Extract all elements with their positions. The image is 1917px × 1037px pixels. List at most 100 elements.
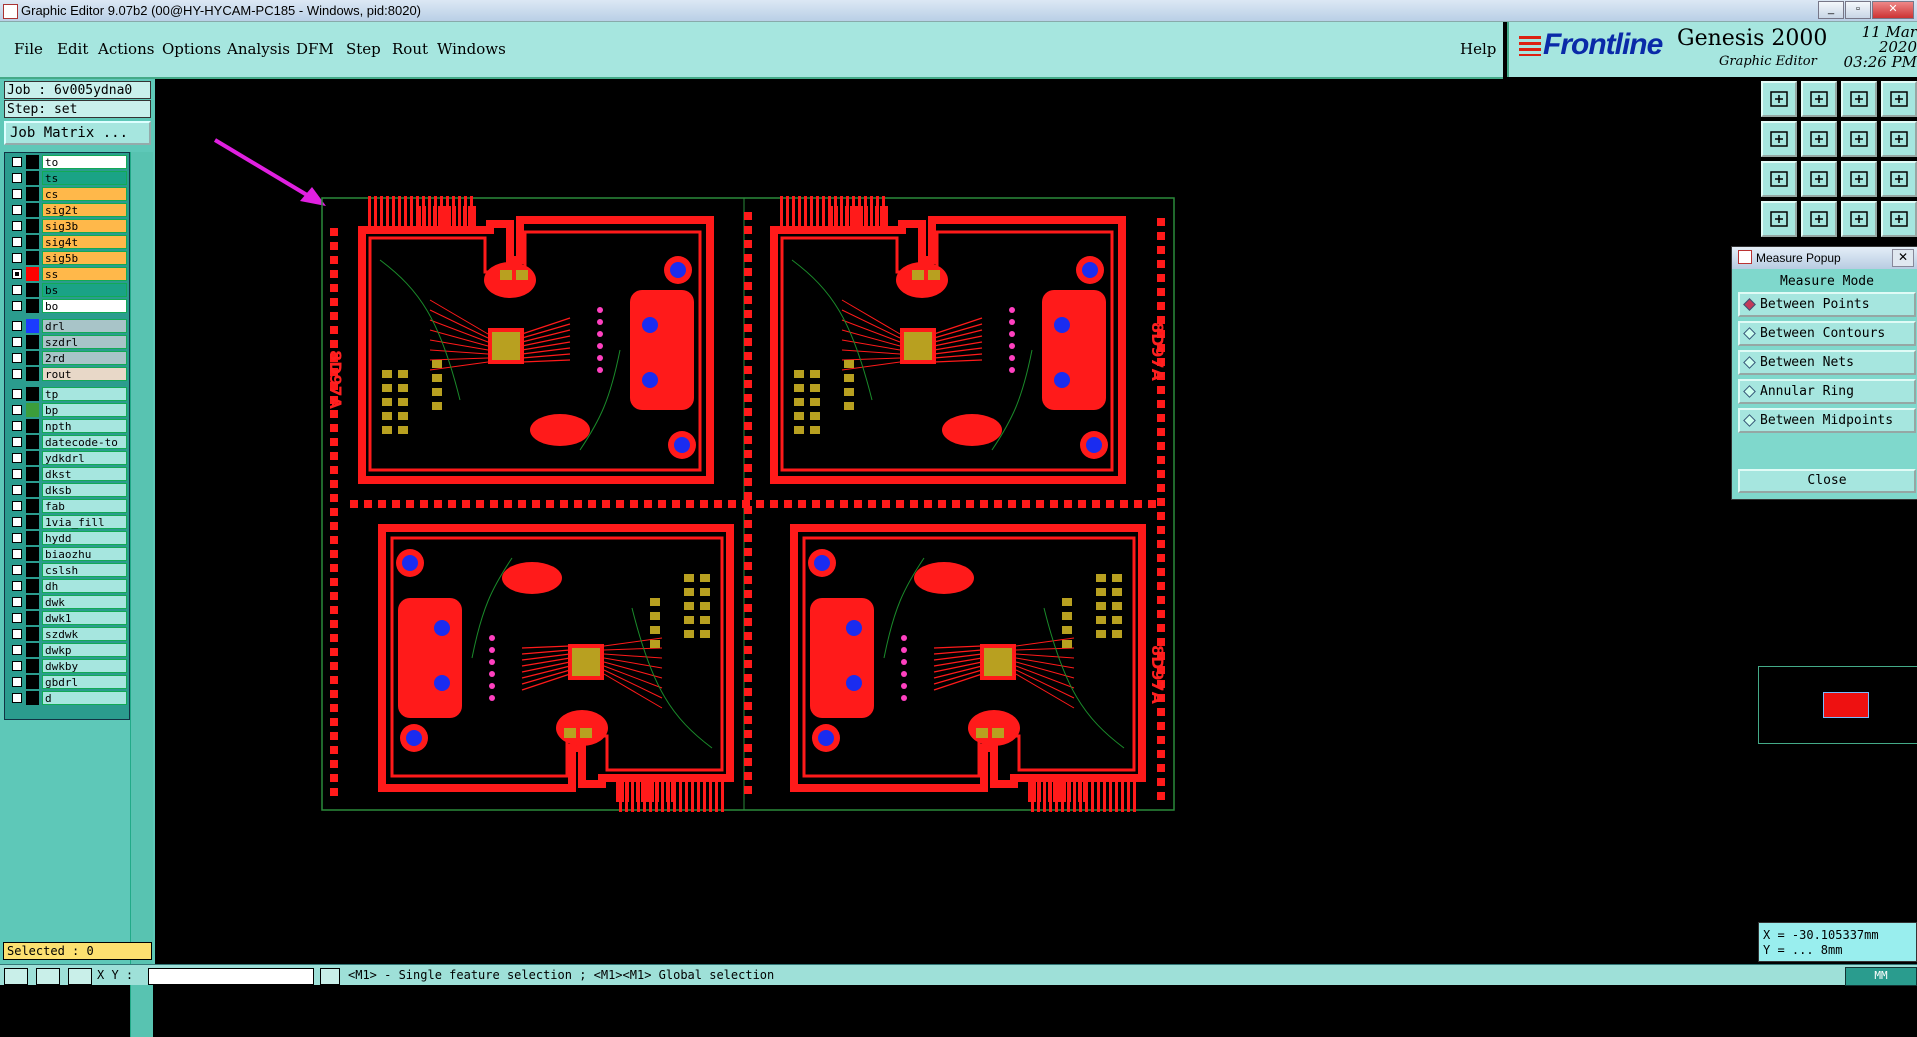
layer-row-npth[interactable]: npth [7,419,127,434]
layer-name[interactable]: fab [42,499,127,513]
layer-name[interactable]: dksb [42,483,127,497]
layer-row-szdrl[interactable]: szdrl [7,335,127,350]
graphic-canvas[interactable]: 8D97A 8D97A 8D97A [157,79,1757,964]
fit-all-icon[interactable] [1761,161,1797,197]
layer-name[interactable]: ydkdrl [42,451,127,465]
layer-name[interactable]: datecode-to [42,435,127,449]
layer-row-hydd[interactable]: hydd [7,531,127,546]
layer-row-dkst[interactable]: dkst [7,467,127,482]
layer-name[interactable]: biaozhu [42,547,127,561]
layer-row-tp[interactable]: tp [7,387,127,402]
layer-name[interactable]: bp [42,403,127,417]
layer-row-dwk[interactable]: dwk [7,595,127,610]
layer-row-bo[interactable]: bo [7,299,127,314]
layer-row-fab[interactable]: fab [7,499,127,514]
layer-row-bp[interactable]: bp [7,403,127,418]
option-between-nets[interactable]: Between Nets [1738,350,1916,375]
layer-checkbox[interactable] [12,453,22,463]
menu-help[interactable]: Help [1460,40,1496,58]
layer-row-ydkdrl[interactable]: ydkdrl [7,451,127,466]
status-tool-1-icon[interactable] [4,968,28,985]
layer-row-sig2t[interactable]: sig2t [7,203,127,218]
layer-name[interactable]: drl [42,319,127,333]
layer-checkbox[interactable] [12,501,22,511]
layer-checkbox[interactable] [12,173,22,183]
layer-checkbox[interactable] [12,533,22,543]
menu-windows[interactable]: Windows [437,40,506,58]
menu-actions[interactable]: Actions [98,40,154,58]
status-tool-2-icon[interactable] [36,968,60,985]
help-icon[interactable] [1881,161,1917,197]
layer-row-dksb[interactable]: dksb [7,483,127,498]
close-window-button[interactable]: ✕ [1872,1,1914,19]
layer-row-to[interactable]: to [7,155,127,170]
layer-panel-scrollbar[interactable] [130,152,153,1037]
open-job-icon[interactable] [1761,81,1797,117]
fit-vertical-icon[interactable] [1801,161,1837,197]
layer-name[interactable]: to [42,155,127,169]
layer-color-tool-icon[interactable] [1841,201,1877,237]
menu-options[interactable]: Options [162,40,221,58]
layer-checkbox[interactable] [12,517,22,527]
menu-rout[interactable]: Rout [392,40,428,58]
layer-checkbox[interactable] [12,645,22,655]
layer-row-dh[interactable]: dh [7,579,127,594]
layer-name[interactable]: cs [42,187,127,201]
layer-row-sig4t[interactable]: sig4t [7,235,127,250]
layer-name[interactable]: dh [42,579,127,593]
layer-checkbox[interactable] [12,677,22,687]
measure-close-button[interactable]: Close [1738,469,1916,493]
layer-name[interactable]: sig2t [42,203,127,217]
zoom-left-icon[interactable] [1761,121,1797,157]
layer-checkbox[interactable] [12,321,22,331]
status-tool-3-icon[interactable] [68,968,92,985]
layer-row-1via_fill[interactable]: 1via_fill [7,515,127,530]
layer-row-cslsh[interactable]: cslsh [7,563,127,578]
layer-row-dwkby[interactable]: dwkby [7,659,127,674]
minimize-button[interactable]: _ [1818,1,1844,19]
layer-checkbox[interactable] [12,613,22,623]
layer-checkbox[interactable] [12,301,22,311]
layer-checkbox[interactable] [12,661,22,671]
xy-input[interactable] [148,968,314,985]
popup-close-icon[interactable]: ✕ [1892,249,1914,267]
layer-name[interactable]: sig3b [42,219,127,233]
option-between-contours[interactable]: Between Contours [1738,321,1916,346]
layer-checkbox[interactable] [12,437,22,447]
layer-checkbox[interactable] [12,581,22,591]
net-tool-icon[interactable] [1881,201,1917,237]
layer-name[interactable]: bs [42,283,127,297]
layer-name[interactable]: ss [42,267,127,281]
layer-checkbox[interactable] [12,269,22,279]
layer-row-gbdrl[interactable]: gbdrl [7,675,127,690]
layer-checkbox[interactable] [12,469,22,479]
layer-checkbox[interactable] [12,205,22,215]
layer-name[interactable]: szdwk [42,627,127,641]
layer-checkbox[interactable] [12,353,22,363]
layer-row-ts[interactable]: ts [7,171,127,186]
window-layout-icon[interactable] [1881,81,1917,117]
layer-row-rout[interactable]: rout [7,367,127,382]
layer-name[interactable]: dwkp [42,643,127,657]
layer-name[interactable]: sig5b [42,251,127,265]
layer-checkbox[interactable] [12,549,22,559]
layer-checkbox[interactable] [12,285,22,295]
layer-name[interactable]: bo [42,299,127,313]
layer-checkbox[interactable] [12,157,22,167]
layer-row-datecode-to[interactable]: datecode-to [7,435,127,450]
job-matrix-button[interactable]: Job Matrix ... [4,121,151,145]
status-toggle-icon[interactable] [320,968,340,985]
layer-name[interactable]: rout [42,367,127,381]
layer-name[interactable]: szdrl [42,335,127,349]
menu-dfm[interactable]: DFM [296,40,334,58]
layer-row-sig5b[interactable]: sig5b [7,251,127,266]
layer-checkbox[interactable] [12,221,22,231]
overview-map[interactable] [1758,666,1917,744]
zoom-right-icon[interactable] [1801,121,1837,157]
layer-name[interactable]: sig4t [42,235,127,249]
probe-tool-icon[interactable] [1801,201,1837,237]
layer-row-2rd[interactable]: 2rd [7,351,127,366]
layer-row-biaozhu[interactable]: biaozhu [7,547,127,562]
layer-name[interactable]: hydd [42,531,127,545]
scale-1-2-icon[interactable] [1841,161,1877,197]
